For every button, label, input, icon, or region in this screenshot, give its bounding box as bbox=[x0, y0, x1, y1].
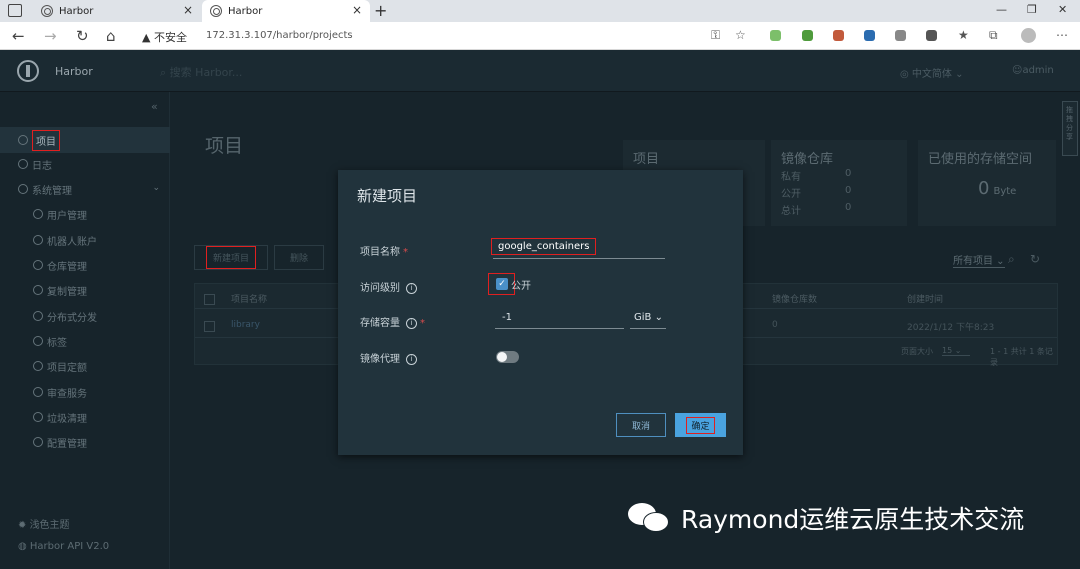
browser-tab[interactable]: Harbor × bbox=[33, 0, 201, 22]
confirm-label: 确定 bbox=[686, 416, 715, 434]
favorites-icon[interactable]: ★ bbox=[958, 28, 969, 42]
field-label: 访问级别 bbox=[360, 283, 400, 294]
field-label: 项目名称 bbox=[360, 247, 400, 258]
home-icon[interactable]: ⌂ bbox=[106, 27, 116, 45]
new-tab-icon[interactable]: + bbox=[374, 1, 387, 20]
language-selector[interactable]: ◎ 中文简体 ⌄ bbox=[900, 65, 963, 80]
proxy-cache-label: 镜像代理 i bbox=[360, 350, 417, 365]
extension-icon[interactable] bbox=[926, 30, 937, 41]
user-menu[interactable]: ☺admin bbox=[1012, 65, 1054, 76]
dialog-title: 新建项目 bbox=[357, 187, 418, 205]
public-label[interactable]: 公开 bbox=[511, 277, 531, 292]
field-label: 镜像代理 bbox=[360, 354, 400, 365]
storage-quota-input[interactable]: -1 bbox=[495, 312, 624, 329]
info-icon[interactable]: i bbox=[406, 353, 417, 365]
access-level-label: 访问级别 i bbox=[360, 279, 417, 294]
confirm-button[interactable]: 确定 bbox=[675, 413, 726, 437]
extension-icon[interactable] bbox=[802, 30, 813, 41]
forward-icon[interactable]: → bbox=[44, 27, 57, 45]
restore-icon[interactable]: ❐ bbox=[1027, 3, 1037, 16]
info-icon[interactable]: i bbox=[406, 317, 417, 329]
field-label: 存储容量 bbox=[360, 318, 400, 329]
extension-icon[interactable] bbox=[895, 30, 906, 41]
storage-quota-label: 存储容量 i * bbox=[360, 314, 425, 329]
extension-icon[interactable] bbox=[770, 30, 781, 41]
project-name-label: 项目名称 * bbox=[360, 243, 408, 258]
watermark-text: Raymond运维云原生技术交流 bbox=[681, 505, 1025, 534]
browser-tab-active[interactable]: Harbor × bbox=[202, 0, 370, 22]
minimize-icon[interactable]: — bbox=[996, 3, 1007, 16]
security-indicator[interactable]: ▲ 不安全 bbox=[142, 29, 187, 45]
favorites-add-icon[interactable]: ☆ bbox=[735, 28, 746, 42]
username: admin bbox=[1022, 65, 1054, 76]
required-marker: * bbox=[403, 247, 408, 258]
cancel-label: 取消 bbox=[631, 421, 650, 432]
brand-name[interactable]: Harbor bbox=[55, 65, 93, 78]
proxy-cache-toggle[interactable] bbox=[496, 351, 519, 363]
window-menu-icon[interactable] bbox=[8, 4, 22, 17]
harbor-logo-icon[interactable] bbox=[17, 60, 39, 82]
browser-tabbar: Harbor × Harbor × + — ❐ ✕ bbox=[0, 0, 1080, 22]
harbor-favicon-icon bbox=[210, 5, 222, 17]
more-menu-icon[interactable]: ⋯ bbox=[1056, 28, 1068, 42]
reload-icon[interactable]: ↻ bbox=[76, 27, 89, 45]
app-header: Harbor ⌕ 搜索 Harbor... ◎ 中文简体 ⌄ ☺admin bbox=[0, 50, 1080, 92]
quota-unit-value: GiB bbox=[634, 312, 652, 323]
address-bar: ← → ↻ ⌂ ▲ 不安全 172.31.3.107/harbor/projec… bbox=[0, 22, 1080, 50]
public-checkbox[interactable]: ✓ bbox=[496, 278, 508, 290]
warning-icon: ▲ bbox=[142, 31, 151, 44]
new-project-dialog: 新建项目 项目名称 * google_containers 访问级别 i ✓ 公开 … bbox=[338, 170, 743, 455]
harbor-favicon-icon bbox=[41, 5, 53, 17]
browser-tab-label: Harbor bbox=[59, 5, 94, 17]
watermark: Raymond运维云原生技术交流 bbox=[628, 500, 1024, 536]
language-label: 中文简体 bbox=[911, 69, 952, 80]
cancel-button[interactable]: 取消 bbox=[616, 413, 666, 437]
search-placeholder: 搜索 Harbor... bbox=[169, 66, 243, 79]
collections-icon[interactable]: ⧉ bbox=[989, 28, 998, 43]
global-search[interactable]: ⌕ 搜索 Harbor... bbox=[160, 64, 242, 80]
quota-unit-select[interactable]: GiB ⌄ bbox=[630, 312, 666, 329]
close-window-icon[interactable]: ✕ bbox=[1058, 3, 1067, 16]
wechat-icon bbox=[628, 500, 672, 536]
project-name-value[interactable]: google_containers bbox=[491, 238, 597, 255]
extension-icon[interactable] bbox=[833, 30, 844, 41]
close-tab-icon[interactable]: × bbox=[352, 3, 362, 17]
key-icon[interactable]: ⚿ bbox=[711, 28, 720, 43]
browser-tab-label: Harbor bbox=[228, 5, 263, 17]
url-text[interactable]: 172.31.3.107/harbor/projects bbox=[206, 30, 353, 41]
profile-avatar[interactable] bbox=[1021, 28, 1036, 43]
close-tab-icon[interactable]: × bbox=[183, 3, 193, 17]
info-icon[interactable]: i bbox=[406, 282, 417, 294]
back-icon[interactable]: ← bbox=[12, 27, 25, 45]
required-marker: * bbox=[420, 318, 425, 329]
security-label: 不安全 bbox=[153, 31, 187, 44]
extension-icon[interactable] bbox=[864, 30, 875, 41]
